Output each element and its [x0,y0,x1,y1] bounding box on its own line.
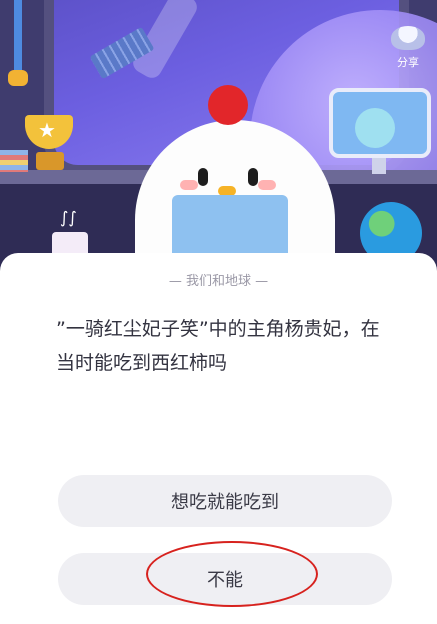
chick-eye-right [248,168,258,186]
lamp-icon [8,70,28,86]
star-icon: ★ [38,118,56,142]
steam-icon: ∫∫ [60,208,77,227]
ufo-icon [391,26,425,50]
chick-cheek-right [258,180,276,190]
trophy-base [36,152,64,170]
quiz-question: ”一骑红尘妃子笑”中的主角杨贵妃，在当时能吃到西红柿吗 [56,318,380,374]
quiz-topic: — 我们和地球 — [168,274,269,289]
alien-icon [355,108,395,148]
chick-eye-left [198,168,208,186]
books-icon [0,150,28,172]
answer-option-1[interactable]: 想吃就能吃到 [58,475,392,527]
share-button[interactable]: 分享 [386,26,430,70]
header-illustration: ★ ∫∫ [0,0,437,290]
monitor-stand [372,158,386,174]
share-label: 分享 [397,56,419,69]
annotation-circle [146,541,318,607]
chick-comb [208,85,248,125]
answer-option-label: 想吃就能吃到 [171,492,279,513]
chick-cheek-left [180,180,198,190]
lamp-pole [14,0,22,80]
